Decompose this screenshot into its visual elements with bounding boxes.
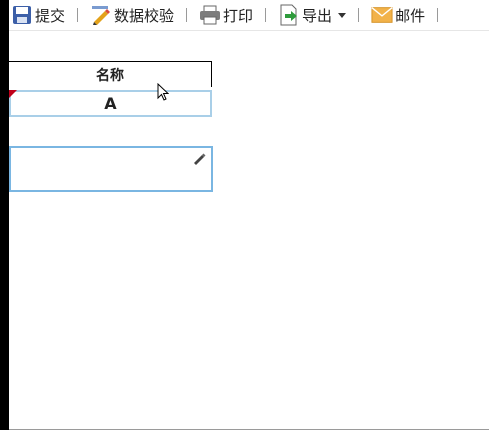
- cell-value: A: [104, 94, 117, 113]
- submit-button[interactable]: 提交: [9, 0, 67, 30]
- comment-marker: [9, 90, 17, 98]
- left-edge-bar: [0, 0, 9, 430]
- data-check-icon: [90, 4, 112, 26]
- toolbar-separator: [437, 8, 439, 22]
- toolbar: 提交 数据校验 打印 导出 邮件: [9, 0, 489, 31]
- print-button[interactable]: 打印: [197, 0, 255, 30]
- chevron-down-icon[interactable]: [338, 12, 347, 18]
- data-check-label: 数据校验: [114, 6, 175, 25]
- export-button[interactable]: 导出: [276, 0, 348, 30]
- mail-label: 邮件: [395, 6, 426, 25]
- mail-icon: [371, 4, 393, 26]
- submit-label: 提交: [35, 6, 66, 25]
- toolbar-separator: [77, 8, 79, 22]
- printer-icon: [199, 4, 221, 26]
- mail-button[interactable]: 邮件: [369, 0, 427, 30]
- table-cell-name[interactable]: A: [9, 90, 212, 117]
- export-icon: [278, 4, 300, 26]
- pencil-icon: [194, 153, 206, 165]
- edit-input-cell[interactable]: [9, 146, 213, 192]
- export-label: 导出: [302, 6, 333, 25]
- toolbar-separator: [265, 8, 267, 22]
- column-header-name: 名称: [9, 61, 212, 87]
- save-icon: [11, 4, 33, 26]
- print-label: 打印: [223, 6, 254, 25]
- toolbar-separator: [186, 8, 188, 22]
- toolbar-separator: [358, 8, 360, 22]
- data-check-button[interactable]: 数据校验: [88, 0, 176, 30]
